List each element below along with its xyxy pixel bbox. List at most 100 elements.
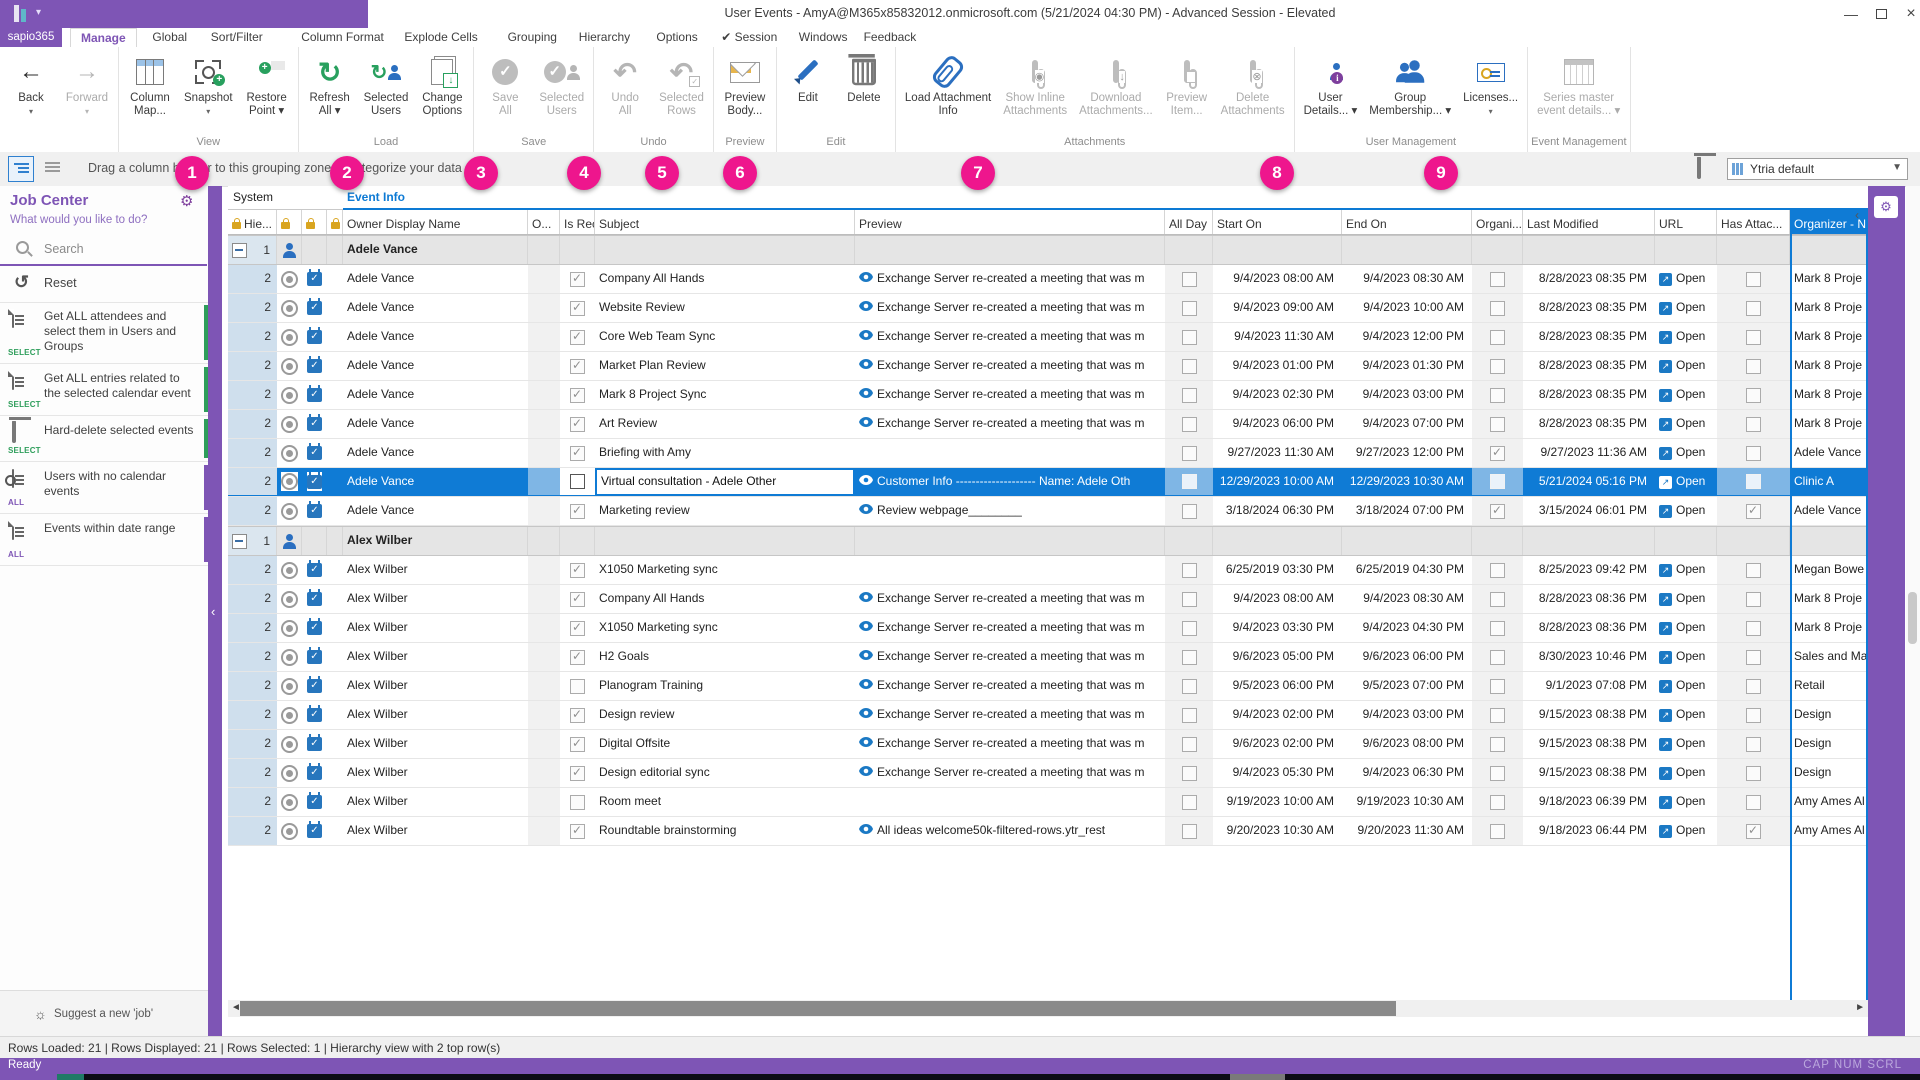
- cell-end-on[interactable]: 9/4/2023 03:00 PM: [1342, 381, 1472, 409]
- cell-all-day[interactable]: [1165, 585, 1213, 613]
- cell-preview[interactable]: Exchange Server re-created a meeting tha…: [855, 759, 1165, 787]
- hierarchy-level[interactable]: 2: [228, 468, 277, 496]
- hierarchy-level[interactable]: 2: [228, 439, 277, 467]
- cell-last-modified[interactable]: 8/28/2023 08:35 PM: [1523, 410, 1655, 438]
- checkbox[interactable]: [1746, 446, 1761, 461]
- checkbox[interactable]: [570, 330, 585, 345]
- cell-organizer-flag[interactable]: [1472, 556, 1523, 584]
- cell-owner[interactable]: Adele Vance: [343, 410, 528, 438]
- cell-has-attachments[interactable]: [1717, 265, 1790, 293]
- cell-start-on[interactable]: 9/4/2023 08:00 AM: [1213, 265, 1342, 293]
- cell-owner[interactable]: Adele Vance: [343, 323, 528, 351]
- column-header-modified[interactable]: Last Modified: [1523, 210, 1655, 234]
- checkbox[interactable]: [570, 272, 585, 287]
- open-link-icon[interactable]: ↗: [1659, 622, 1672, 635]
- cell-subject[interactable]: Mark 8 Project Sync: [595, 381, 855, 409]
- checkbox[interactable]: [1490, 679, 1505, 694]
- cell-preview[interactable]: Review webpage________: [855, 497, 1165, 525]
- open-link-icon[interactable]: ↗: [1659, 389, 1672, 402]
- checkbox[interactable]: [570, 563, 585, 578]
- checkbox[interactable]: [1182, 272, 1197, 287]
- cell-preview[interactable]: Exchange Server re-created a meeting tha…: [855, 381, 1165, 409]
- column-header-i1[interactable]: [277, 210, 302, 234]
- column-header-subject[interactable]: Subject: [595, 210, 855, 234]
- event-row[interactable]: 2✓Alex WilberX1050 Marketing syncExchang…: [228, 614, 1868, 643]
- hierarchy-level[interactable]: 2: [228, 614, 277, 642]
- cell-organizer-flag[interactable]: [1472, 701, 1523, 729]
- checkbox[interactable]: [1746, 650, 1761, 665]
- cell-owner[interactable]: Alex Wilber: [343, 701, 528, 729]
- open-link-icon[interactable]: ↗: [1659, 564, 1672, 577]
- cell-subject[interactable]: Digital Offsite: [595, 730, 855, 758]
- cell-is-recurring[interactable]: [560, 701, 595, 729]
- cell-organizer-name[interactable]: Adele Vance: [1790, 439, 1868, 467]
- hierarchy-level[interactable]: 2: [228, 672, 277, 700]
- hierarchy-level[interactable]: 2: [228, 585, 277, 613]
- column-header-o[interactable]: O...: [528, 210, 560, 234]
- cell-is-recurring[interactable]: [560, 410, 595, 438]
- checkbox[interactable]: [1490, 563, 1505, 578]
- event-row[interactable]: 2✓Adele VanceMarket Plan ReviewExchange …: [228, 352, 1868, 381]
- cell-owner[interactable]: Adele Vance: [343, 468, 528, 496]
- cell-is-recurring[interactable]: [560, 439, 595, 467]
- cell-owner[interactable]: Alex Wilber: [343, 614, 528, 642]
- checkbox[interactable]: [1746, 795, 1761, 810]
- hierarchy-level[interactable]: 2: [228, 497, 277, 525]
- cell-all-day[interactable]: [1165, 468, 1213, 496]
- cell-i1[interactable]: [277, 556, 302, 584]
- open-link-icon[interactable]: ↗: [1659, 505, 1672, 518]
- hierarchy-level[interactable]: 2: [228, 265, 277, 293]
- cell-o[interactable]: [528, 265, 560, 293]
- column-header-preview[interactable]: Preview: [855, 210, 1165, 234]
- cell-owner[interactable]: Adele Vance: [343, 294, 528, 322]
- cell-last-modified[interactable]: 8/28/2023 08:35 PM: [1523, 323, 1655, 351]
- suggest-job-button[interactable]: ☼ Suggest a new 'job': [0, 990, 208, 1039]
- view-preset-dropdown[interactable]: Ytria default ▼: [1727, 158, 1908, 180]
- cell-organizer-flag[interactable]: [1472, 468, 1523, 496]
- open-link-icon[interactable]: ↗: [1659, 360, 1672, 373]
- checkbox[interactable]: [1746, 359, 1761, 374]
- checkbox[interactable]: [1182, 417, 1197, 432]
- event-row[interactable]: 2✓Alex WilberPlanogram TrainingExchange …: [228, 672, 1868, 701]
- cell-start-on[interactable]: 9/4/2023 01:00 PM: [1213, 352, 1342, 380]
- open-link-icon[interactable]: ↗: [1659, 593, 1672, 606]
- cell-i3[interactable]: [327, 468, 343, 496]
- cell-subject[interactable]: Roundtable brainstorming: [595, 817, 855, 845]
- event-row[interactable]: 2✓Adele VanceArt ReviewExchange Server r…: [228, 410, 1868, 439]
- cell-start-on[interactable]: 9/4/2023 03:30 PM: [1213, 614, 1342, 642]
- cell-end-on[interactable]: 9/4/2023 07:00 PM: [1342, 410, 1472, 438]
- edit-button[interactable]: Edit: [780, 47, 836, 105]
- cell-end-on[interactable]: 9/6/2023 06:00 PM: [1342, 643, 1472, 671]
- checkbox[interactable]: [1182, 621, 1197, 636]
- checkbox[interactable]: [1490, 330, 1505, 345]
- selected-event-row[interactable]: 2✓Adele VanceVirtual consultation - Adel…: [228, 468, 1868, 497]
- cell-i1[interactable]: [277, 643, 302, 671]
- vertical-scrollbar[interactable]: [1906, 186, 1920, 1038]
- checkbox[interactable]: [1746, 388, 1761, 403]
- tab-global[interactable]: Global: [142, 28, 197, 47]
- load-attachment-info-button[interactable]: Load AttachmentInfo: [899, 47, 997, 118]
- cell-i2[interactable]: ✓: [302, 672, 327, 700]
- back-button[interactable]: ←Back▾: [3, 47, 59, 118]
- column-header-owner[interactable]: Owner Display Name: [343, 210, 528, 234]
- group-membership--button[interactable]: GroupMembership... ▾: [1363, 47, 1457, 118]
- checkbox[interactable]: [1490, 737, 1505, 752]
- group-row-alex-wilber[interactable]: 1Alex Wilber: [228, 526, 1868, 556]
- open-link-icon[interactable]: ↗: [1659, 273, 1672, 286]
- checkbox[interactable]: [1490, 417, 1505, 432]
- cell-i3[interactable]: [327, 788, 343, 816]
- checkbox[interactable]: [1490, 708, 1505, 723]
- cell-preview[interactable]: Exchange Server re-created a meeting tha…: [855, 352, 1165, 380]
- right-side-panel[interactable]: ⚙: [1868, 186, 1905, 1038]
- cell-start-on[interactable]: 9/6/2023 02:00 PM: [1213, 730, 1342, 758]
- tab-column-format[interactable]: Column Format: [291, 28, 394, 47]
- job-search-input[interactable]: Search: [0, 234, 208, 266]
- cell-i3[interactable]: [327, 614, 343, 642]
- cell-organizer-name[interactable]: Adele Vance: [1790, 497, 1868, 525]
- cell-subject[interactable]: Art Review: [595, 410, 855, 438]
- restore-point-button[interactable]: +RestorePoint ▾: [239, 47, 295, 118]
- event-row[interactable]: 2✓Alex WilberDigital OffsiteExchange Ser…: [228, 730, 1868, 759]
- snapshot-button[interactable]: +Snapshot▾: [178, 47, 239, 118]
- cell-url[interactable]: ↗Open: [1655, 730, 1717, 758]
- checkbox[interactable]: [1746, 301, 1761, 316]
